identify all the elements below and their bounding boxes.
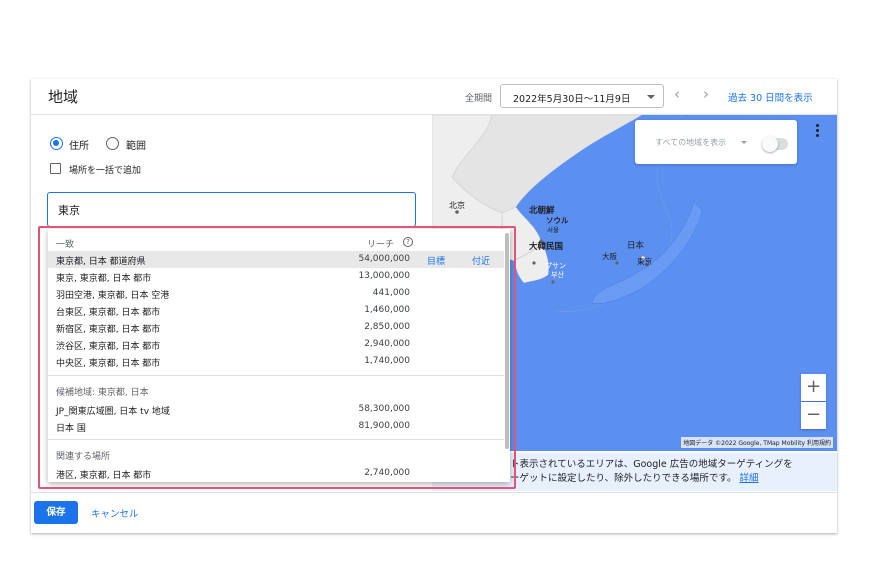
show-all-regions-label[interactable]: すべての地域を表示 — [655, 137, 726, 148]
map-label-south-korea: 大韓民国 — [529, 242, 564, 252]
radius-radio[interactable] — [106, 137, 119, 150]
target-link[interactable]: 目標 — [427, 254, 445, 267]
suggestion-name: 新宿区, 東京都, 日本 都市 — [56, 325, 161, 335]
help-icon[interactable]: ? — [403, 237, 413, 247]
date-range-select[interactable]: 2022年5月30日～11月9日 — [500, 84, 664, 108]
map-label-osaka: 大阪 — [602, 252, 617, 261]
suggestion-reach: 441,000 — [372, 288, 410, 298]
section-match-heading: 一致 — [56, 240, 75, 250]
suggestion-row[interactable]: JP_関東広域圏, 日本 tv 地域 58,300,000 — [48, 401, 504, 418]
section-candidates-heading: 候補地域: 東京都, 日本 — [56, 388, 149, 398]
zoom-in-button[interactable]: + — [801, 374, 826, 401]
date-range-value: 2022年5月30日～11月9日 — [513, 94, 631, 105]
address-radio[interactable] — [50, 137, 63, 150]
suggestion-name: 台東区, 東京都, 日本 都市 — [56, 308, 161, 318]
map-attribution: 地図データ ©2022 Google, TMap Mobility 利用規約 — [681, 437, 833, 448]
suggestion-name: 日本 国 — [56, 424, 86, 434]
card-header: 地域 全期間 2022年5月30日～11月9日 ‹ › 過去 30 日間を表示 — [31, 79, 837, 115]
suggestion-row[interactable]: 新宿区, 東京都, 日本 都市 2,850,000 — [48, 319, 504, 336]
cancel-button[interactable]: キャンセル — [91, 506, 139, 520]
period-label: 全期間 — [465, 94, 493, 104]
more-vert-icon[interactable] — [812, 124, 822, 140]
region-filter-panel: すべての地域を表示 — [635, 120, 797, 164]
section-related-heading: 関連する場所 — [56, 452, 111, 462]
location-search-input[interactable]: 東京 — [47, 192, 416, 227]
suggestion-row[interactable]: 羽田空港, 東京都, 日本 空港 441,000 — [48, 285, 504, 302]
bulk-add-label[interactable]: 場所を一括で追加 — [69, 163, 141, 176]
card-footer: 保存 キャンセル — [31, 492, 837, 533]
suggestion-row[interactable]: 東京, 東京都, 日本 都市 13,000,000 — [48, 268, 504, 285]
suggestion-name: JP_関東広域圏, 日本 tv 地域 — [56, 407, 170, 417]
map-label-busan-kr: 부산 — [551, 271, 564, 279]
suggestion-row[interactable]: 渋谷区, 東京都, 日本 都市 2,940,000 — [48, 336, 504, 353]
section-divider — [48, 375, 504, 376]
suggestion-row[interactable]: 中央区, 東京都, 日本 都市 1,740,000 — [48, 353, 504, 370]
map-label-beijing: 北京 — [449, 201, 465, 210]
suggestion-reach: 2,850,000 — [364, 322, 410, 332]
suggestion-row[interactable]: 台東区, 東京都, 日本 都市 1,460,000 — [48, 302, 504, 319]
suggestion-name: 羽田空港, 東京都, 日本 空港 — [56, 291, 170, 301]
suggestion-row[interactable]: 港区, 東京都, 日本 都市 2,740,000 — [48, 465, 504, 482]
reach-header: リーチ — [367, 240, 395, 250]
page-title: 地域 — [48, 88, 79, 106]
suggestion-reach: 81,900,000 — [358, 421, 410, 431]
save-button[interactable]: 保存 — [34, 501, 78, 524]
suggestion-reach: 58,300,000 — [358, 404, 410, 414]
filter-caret-icon[interactable] — [741, 141, 747, 144]
location-suggestions-dropdown: 一致 リーチ ? 東京都, 日本 都道府県 54,000,000 目標 付近 東… — [48, 229, 510, 482]
chevron-left-icon[interactable]: ‹ — [668, 85, 686, 105]
dropdown-scrollbar[interactable] — [505, 233, 509, 449]
suggestion-name: 港区, 東京都, 日本 都市 — [56, 471, 152, 481]
last-30-days-link[interactable]: 過去 30 日間を表示 — [728, 90, 813, 104]
section-divider — [48, 439, 504, 440]
show-all-regions-toggle[interactable] — [762, 136, 788, 152]
bulk-add-checkbox[interactable] — [50, 163, 61, 174]
suggestion-reach: 2,740,000 — [364, 468, 410, 478]
chevron-right-icon[interactable]: › — [697, 85, 715, 105]
map-label-japan: 日本 — [627, 241, 645, 251]
dropdown-caret-icon — [647, 95, 655, 99]
details-link[interactable]: 詳細 — [740, 473, 759, 484]
suggestion-reach: 54,000,000 — [358, 254, 410, 264]
radius-radio-label[interactable]: 範囲 — [126, 137, 146, 152]
suggestion-name: 中央区, 東京都, 日本 都市 — [56, 359, 161, 369]
address-radio-label[interactable]: 住所 — [69, 137, 89, 152]
suggestion-row[interactable]: 日本 国 81,900,000 — [48, 418, 504, 435]
suggestion-name: 東京都, 日本 都道府県 — [56, 257, 146, 267]
suggestion-name: 東京, 東京都, 日本 都市 — [56, 274, 152, 284]
suggestion-reach: 1,460,000 — [364, 305, 410, 315]
nearby-link[interactable]: 付近 — [472, 254, 490, 267]
suggestion-name: 渋谷区, 東京都, 日本 都市 — [56, 342, 161, 352]
suggestion-reach: 1,740,000 — [364, 356, 410, 366]
suggestion-reach: 2,940,000 — [364, 339, 410, 349]
suggestion-row[interactable]: 東京都, 日本 都道府県 54,000,000 目標 付近 — [48, 251, 504, 268]
zoom-out-button[interactable]: − — [801, 402, 826, 429]
map-label-seoul-kr: 서울 — [547, 226, 559, 234]
suggestion-reach: 13,000,000 — [358, 271, 410, 281]
map-label-tokyo: 東京 — [637, 257, 652, 266]
